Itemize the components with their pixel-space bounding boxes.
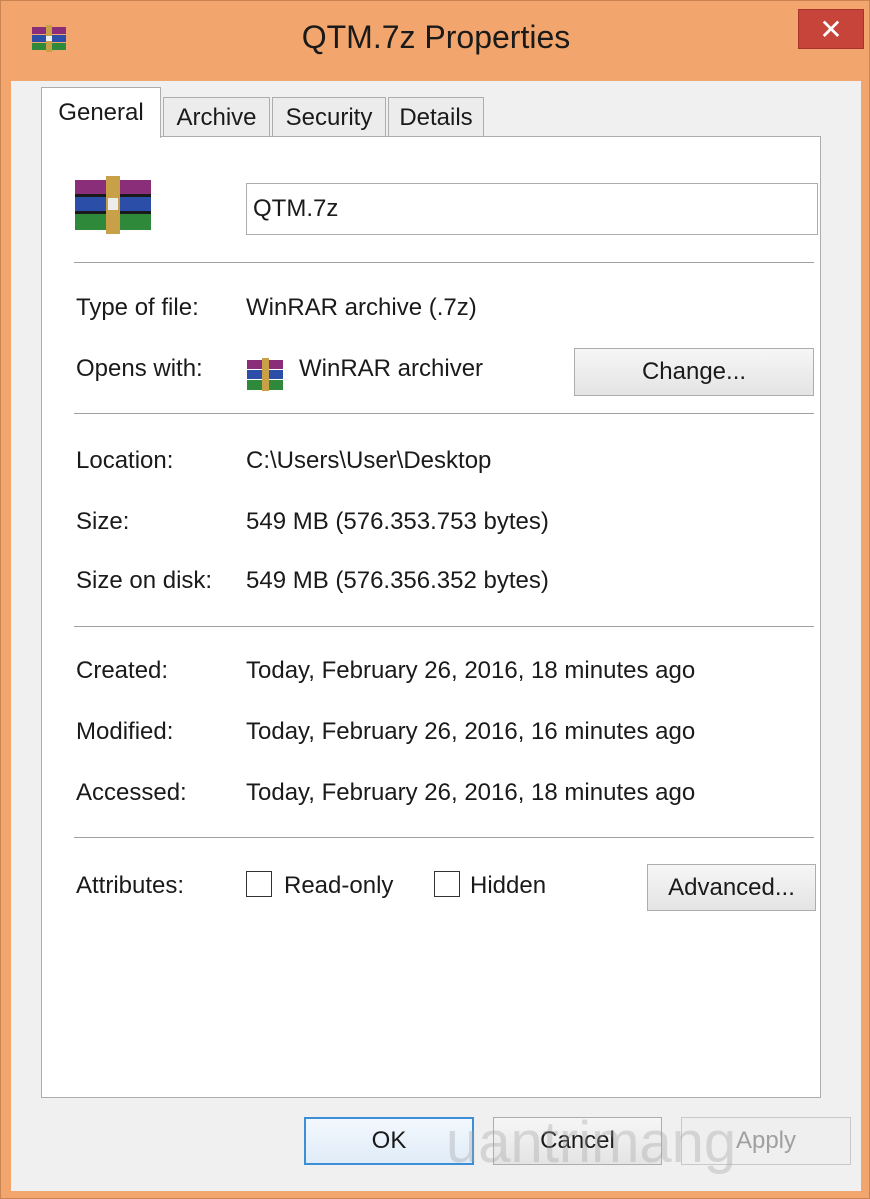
read-only-label: Read-only bbox=[284, 872, 394, 899]
file-name-input[interactable] bbox=[246, 183, 818, 235]
size-on-disk-label: Size on disk: bbox=[76, 567, 213, 594]
location-label: Location: bbox=[76, 447, 174, 474]
cancel-button[interactable]: Cancel bbox=[493, 1117, 662, 1165]
close-icon: ✕ bbox=[819, 13, 843, 45]
separator bbox=[74, 413, 814, 414]
apply-button[interactable]: Apply bbox=[681, 1117, 851, 1165]
general-panel bbox=[41, 136, 821, 1098]
tab-details[interactable]: Details bbox=[388, 97, 484, 137]
tab-security[interactable]: Security bbox=[272, 97, 386, 137]
size-value: 549 MB (576.353.753 bytes) bbox=[246, 508, 549, 535]
hidden-label: Hidden bbox=[470, 872, 547, 899]
tab-archive[interactable]: Archive bbox=[163, 97, 270, 137]
attributes-label: Attributes: bbox=[76, 872, 185, 899]
location-value: C:\Users\User\Desktop bbox=[246, 447, 492, 474]
winrar-archive-icon bbox=[75, 176, 151, 234]
separator bbox=[74, 837, 814, 838]
read-only-checkbox[interactable] bbox=[246, 871, 272, 897]
advanced-button[interactable]: Advanced... bbox=[647, 864, 816, 911]
tab-label: Details bbox=[399, 103, 473, 131]
size-label: Size: bbox=[76, 508, 130, 535]
accessed-label: Accessed: bbox=[76, 779, 187, 806]
properties-window: QTM.7z Properties ✕ General Archive Secu… bbox=[0, 0, 870, 1199]
hidden-checkbox[interactable] bbox=[434, 871, 460, 897]
separator bbox=[74, 626, 814, 627]
change-button[interactable]: Change... bbox=[574, 348, 814, 396]
close-button[interactable]: ✕ bbox=[798, 9, 864, 49]
tab-label: General bbox=[58, 99, 144, 126]
tab-label: Security bbox=[285, 103, 373, 131]
type-label: Type of file: bbox=[76, 294, 199, 321]
window-title: QTM.7z Properties bbox=[301, 19, 571, 55]
winrar-archiver-icon bbox=[247, 358, 283, 391]
opens-with-value: WinRAR archiver bbox=[299, 355, 484, 382]
type-value: WinRAR archive (.7z) bbox=[246, 294, 477, 321]
created-value: Today, February 26, 2016, 18 minutes ago bbox=[246, 657, 696, 684]
ok-button[interactable]: OK bbox=[304, 1117, 474, 1165]
opens-with-label: Opens with: bbox=[76, 355, 203, 382]
tab-label: Archive bbox=[176, 103, 257, 131]
modified-label: Modified: bbox=[76, 718, 174, 745]
accessed-value: Today, February 26, 2016, 18 minutes ago bbox=[246, 779, 696, 806]
size-on-disk-value: 549 MB (576.356.352 bytes) bbox=[246, 567, 549, 594]
separator bbox=[74, 262, 814, 263]
title-bar[interactable]: QTM.7z Properties ✕ bbox=[1, 1, 870, 81]
created-label: Created: bbox=[76, 657, 169, 684]
modified-value: Today, February 26, 2016, 16 minutes ago bbox=[246, 718, 696, 745]
tab-general[interactable]: General bbox=[41, 87, 161, 138]
